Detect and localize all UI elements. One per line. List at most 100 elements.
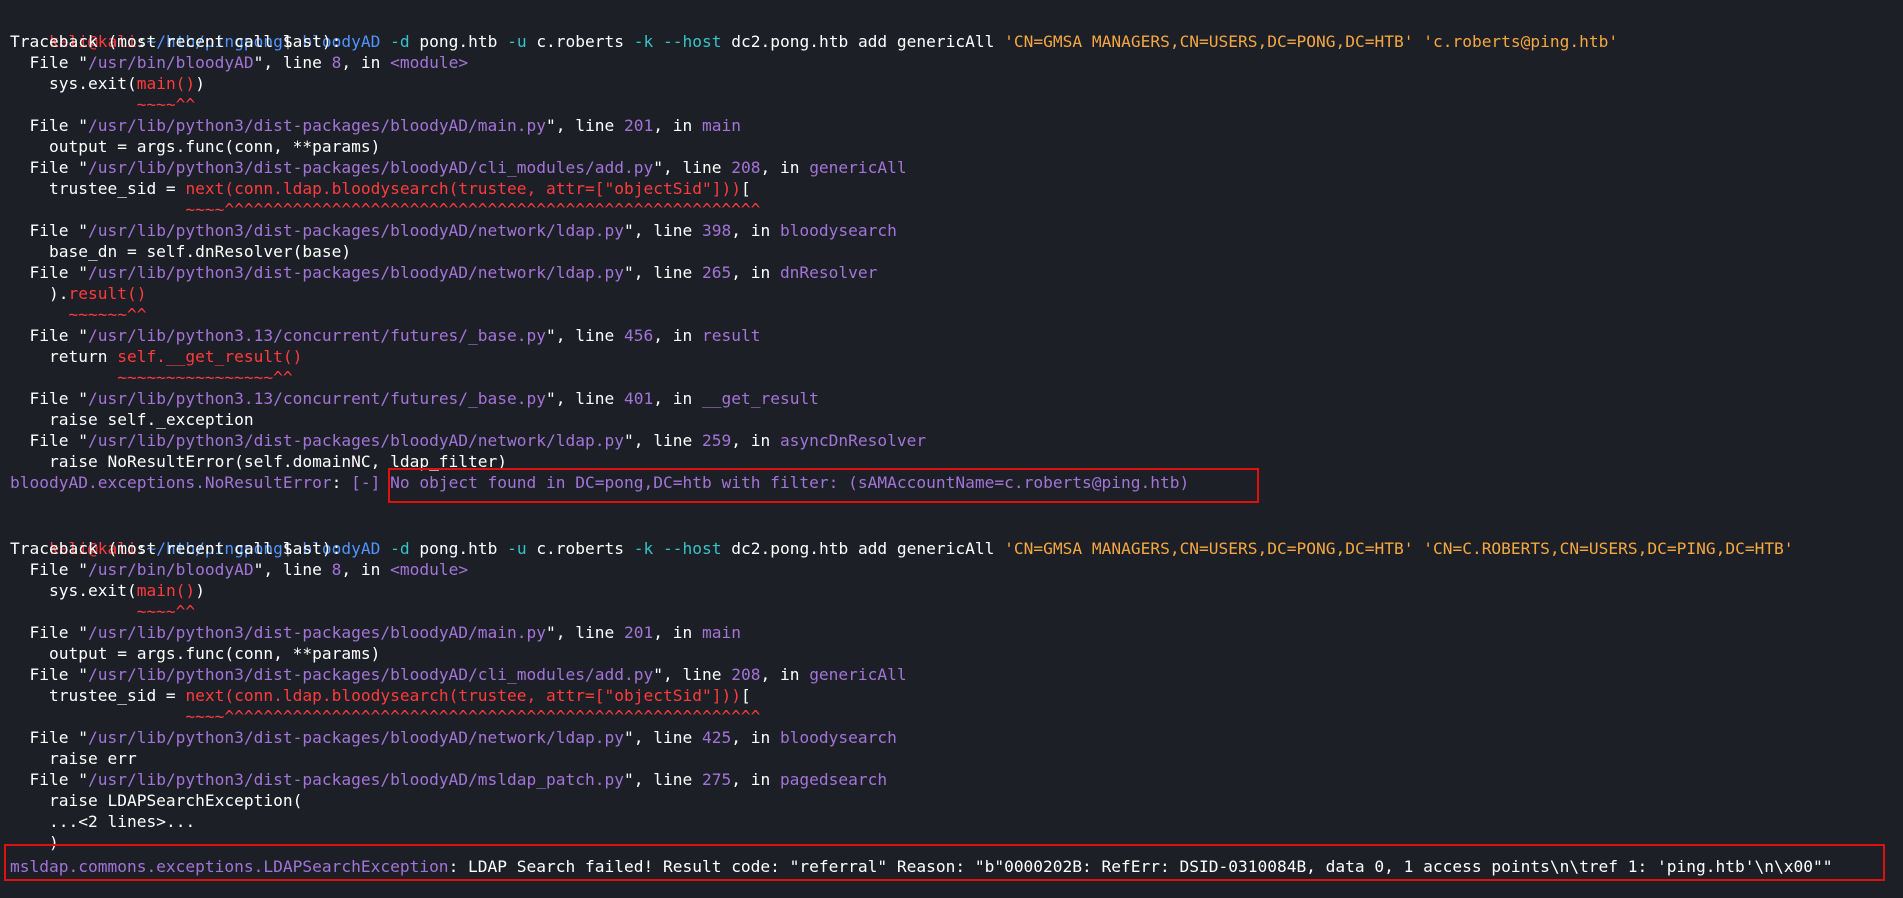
trace-lineno: 398 [701,221,732,240]
trace-lineno: 208 [731,665,761,684]
code-text: ... [48,812,79,831]
trace-file-line: File "/usr/lib/python3/dist-packages/blo… [10,622,741,643]
trace-file-line: File "/usr/bin/bloodyAD", line 8, in <mo… [10,52,468,73]
trace-lineno: 456 [624,326,654,345]
trace-lineno: 201 [624,116,654,135]
trace-lineno: 275 [701,770,732,789]
trace-text: File " [10,116,88,135]
code-text: trustee_sid = [10,179,186,198]
trace-text: File " [10,728,88,747]
trace-path: /usr/lib/python3/dist-packages/bloodyAD/… [87,221,624,240]
trace-text: ", line [546,326,624,345]
trace-file-line: File "/usr/bin/bloodyAD", line 8, in <mo… [10,559,468,580]
trace-file-line: File "/usr/lib/python3/dist-packages/blo… [10,262,877,283]
code-highlight: next(conn.ldap.bloodysearch(trustee, att… [185,686,741,705]
trace-lineno: 265 [701,263,732,282]
trace-path: /usr/lib/python3.13/concurrent/futures/_… [87,389,547,408]
trace-file-line: File "/usr/lib/python3.13/concurrent/fut… [10,388,819,409]
code-text: <2 lines> [78,812,166,831]
cmd-value: dc2.pong.htb add genericAll [721,32,1005,51]
highlight-box-2 [4,844,1885,881]
trace-path: /usr/lib/python3/dist-packages/bloodyAD/… [87,116,547,135]
trace-text: ", line [253,53,332,72]
trace-text: ", line [623,263,702,282]
code-highlight: main() [136,74,196,93]
code-text: trustee_sid = [10,686,186,705]
code-text: sys.exit( [10,74,137,93]
cmd-flag: -u [497,539,537,558]
code-highlight: result() [68,284,147,303]
trace-lineno: 208 [731,158,761,177]
cmd-value: c.roberts [536,539,625,558]
trace-text: , in [731,728,780,747]
trace-text: , in [731,221,780,240]
trace-file-line: File "/usr/lib/python3/dist-packages/blo… [10,727,897,748]
code-text: ... [165,812,196,831]
trace-text: File " [10,389,88,408]
code-text: [ [740,686,751,705]
cmd-value: dc2.pong.htb add genericAll [721,539,1005,558]
trace-caret-line: ~~~~~~^^ [10,305,147,324]
trace-path: /usr/lib/python3/dist-packages/bloodyAD/… [87,263,624,282]
highlight-box-1 [388,468,1259,503]
trace-file-line: File "/usr/lib/python3/dist-packages/blo… [10,220,897,241]
trace-func: bloodysearch [779,221,897,240]
trace-code-line: ).result() [10,283,146,304]
trace-text: ", line [653,158,732,177]
trace-code-line: sys.exit(main()) [10,580,205,601]
trace-text: , in [731,770,780,789]
error-tag: [-] [351,473,381,492]
cmd-flag: --host [663,32,722,51]
cmd-string: 'CN=C.ROBERTS,CN=USERS,DC=PING,DC=HTB' [1413,539,1794,558]
cmd-string: 'c.roberts@ping.htb' [1413,32,1619,51]
trace-text: , in [341,560,391,579]
trace-path: /usr/lib/python3/dist-packages/bloodyAD/… [87,431,624,450]
cmd-value: c.roberts [536,32,625,51]
cmd-string: 'CN=GMSA MANAGERS,CN=USERS,DC=PONG,DC=HT… [1004,539,1414,558]
trace-caret-line: ~~~~^^^^^^^^^^^^^^^^^^^^^^^^^^^^^^^^^^^^… [10,200,761,219]
trace-caret-line: ~~~~^^ [10,602,196,621]
trace-file-line: File "/usr/lib/python3.13/concurrent/fut… [10,325,760,346]
trace-text: ", line [546,623,624,642]
cmd-flag: -d [380,32,420,51]
cmd-value: pong.htb [419,32,498,51]
trace-file-line: File "/usr/lib/python3/dist-packages/blo… [10,430,926,451]
trace-code-line: base_dn = self.dnResolver(base) [10,242,352,261]
cmd-value: pong.htb [419,539,498,558]
code-text: [ [740,179,751,198]
trace-func: main [701,623,741,642]
trace-text: ", line [546,116,624,135]
trace-path: /usr/lib/python3/dist-packages/bloodyAD/… [87,728,624,747]
trace-text: File " [10,770,88,789]
trace-text: , in [653,623,702,642]
code-highlight: next(conn.ldap.bloodysearch(trustee, att… [185,179,741,198]
trace-code-line: output = args.func(conn, **params) [10,644,381,663]
trace-text: , in [760,158,810,177]
trace-text: ", line [253,560,332,579]
trace-func: __get_result [701,389,819,408]
terminal-window[interactable]: kali@kali:~/htb/pingpong$ bloodyAD -d po… [0,0,1903,898]
trace-func: bloodysearch [779,728,897,747]
trace-text: , in [653,116,702,135]
trace-file-line: File "/usr/lib/python3/dist-packages/blo… [10,769,887,790]
trace-func: main [701,116,741,135]
trace-func: dnResolver [779,263,878,282]
trace-caret-line: ~~~~~~~~~~~~~~~~^^ [10,368,293,387]
traceback-header: Traceback (most recent call last): [10,31,341,52]
trace-text: ", line [653,665,732,684]
trace-lineno: 201 [624,623,654,642]
prompt-line-1: kali@kali:~/htb/pingpong$ bloodyAD -d po… [10,10,1618,51]
code-highlight: main() [136,581,196,600]
trace-path: /usr/lib/python3/dist-packages/bloodyAD/… [87,158,654,177]
code-text: sys.exit( [10,581,137,600]
code-text: return [10,347,118,366]
cmd-string: 'CN=GMSA MANAGERS,CN=USERS,DC=PONG,DC=HT… [1004,32,1414,51]
trace-text: ", line [623,728,702,747]
cmd-flag: --host [663,539,722,558]
trace-code-line: raise LDAPSearchException( [10,791,303,810]
trace-text: , in [653,389,702,408]
trace-lineno: 401 [624,389,654,408]
trace-file-line: File "/usr/lib/python3/dist-packages/blo… [10,157,906,178]
trace-text: , in [760,665,810,684]
